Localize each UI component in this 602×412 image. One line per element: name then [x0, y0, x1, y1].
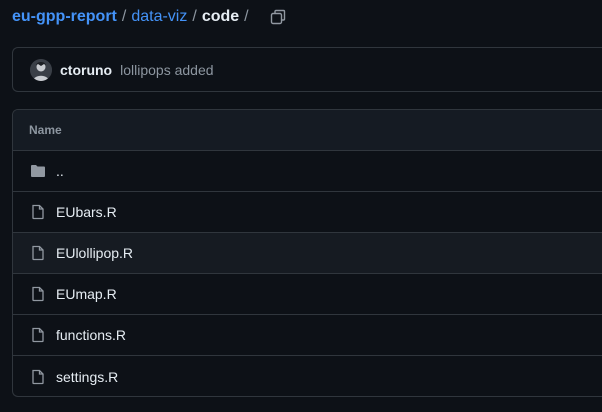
file-link[interactable]: settings.R	[56, 369, 118, 385]
latest-commit-bar: ctoruno lollipops added	[12, 47, 602, 92]
file-link[interactable]: EUbars.R	[56, 204, 117, 220]
breadcrumb-separator: /	[192, 8, 197, 25]
file-icon	[30, 245, 46, 261]
file-link[interactable]: EUlollipop.R	[56, 245, 133, 261]
file-icon	[30, 286, 46, 302]
file-link[interactable]: functions.R	[56, 327, 126, 343]
breadcrumb-separator: /	[121, 8, 127, 25]
parent-directory-link[interactable]: ..	[56, 163, 64, 179]
table-row[interactable]: EUlollipop.R	[13, 233, 602, 274]
avatar[interactable]	[30, 58, 52, 81]
commit-message-link[interactable]: lollipops added	[120, 62, 213, 78]
user-avatar-icon	[30, 58, 52, 81]
file-icon	[30, 327, 46, 343]
table-row[interactable]: EUbars.R	[13, 192, 602, 233]
file-icon	[30, 204, 46, 220]
repo-file-browser: eu-gpp-report / data-viz / code / ctorun…	[0, 0, 602, 412]
file-table: Name .. EUbars.R EUlollipop.R EUmap.R fu…	[12, 109, 602, 397]
copy-path-button[interactable]	[268, 7, 288, 27]
name-column-header: Name	[29, 123, 62, 137]
copy-icon	[270, 9, 285, 25]
table-row[interactable]: settings.R	[13, 356, 602, 396]
file-link[interactable]: EUmap.R	[56, 286, 117, 302]
breadcrumb: eu-gpp-report / data-viz / code /	[12, 6, 288, 28]
commit-author-link[interactable]: ctoruno	[60, 62, 112, 78]
breadcrumb-separator: /	[244, 8, 249, 25]
breadcrumb-current: code	[201, 8, 240, 25]
table-row[interactable]: EUmap.R	[13, 274, 602, 315]
breadcrumb-repo-link[interactable]: eu-gpp-report	[12, 8, 117, 26]
folder-icon	[30, 163, 46, 179]
table-header: Name	[13, 110, 602, 151]
file-icon	[30, 369, 46, 385]
table-row[interactable]: functions.R	[13, 315, 602, 356]
breadcrumb-folder-link[interactable]: data-viz	[131, 8, 187, 26]
table-row[interactable]: ..	[13, 151, 602, 192]
